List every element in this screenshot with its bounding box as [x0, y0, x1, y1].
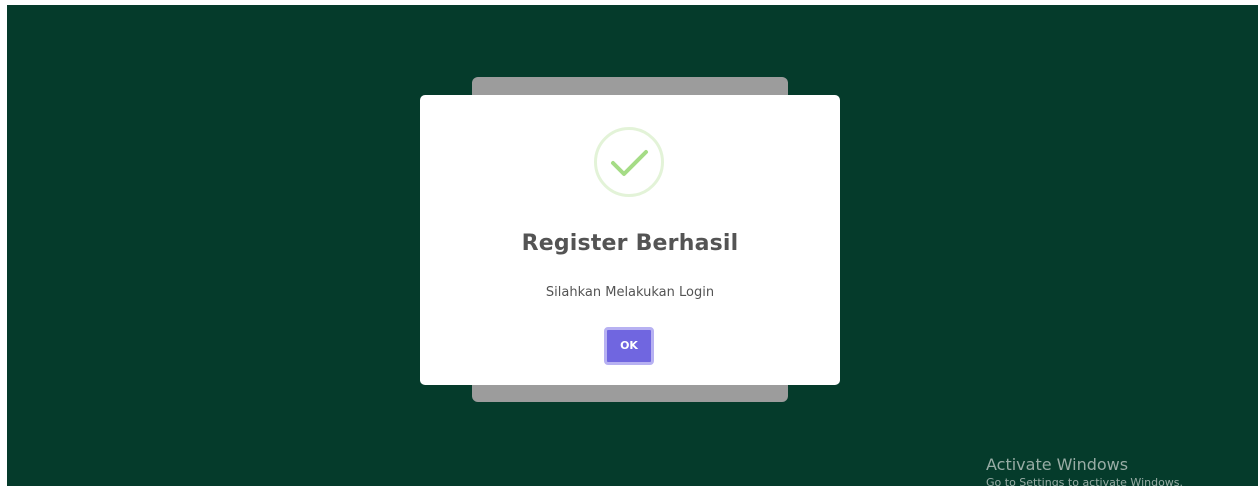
dialog-message: Silahkan Melakukan Login [545, 285, 715, 300]
checkmark-icon [594, 127, 664, 197]
ok-button[interactable]: OK [604, 327, 654, 365]
watermark-title: Activate Windows [986, 455, 1129, 474]
success-dialog: Register Berhasil Silahkan Melakukan Log… [420, 95, 840, 385]
dialog-title: Register Berhasil [521, 231, 739, 256]
activate-windows-watermark: Activate Windows Go to Settings to activ… [986, 455, 1183, 486]
page-background: Register Berhasil Silahkan Melakukan Log… [7, 5, 1258, 486]
checkmark-icon-glyph [611, 150, 648, 176]
watermark-subtitle: Go to Settings to activate Windows. [986, 476, 1184, 486]
